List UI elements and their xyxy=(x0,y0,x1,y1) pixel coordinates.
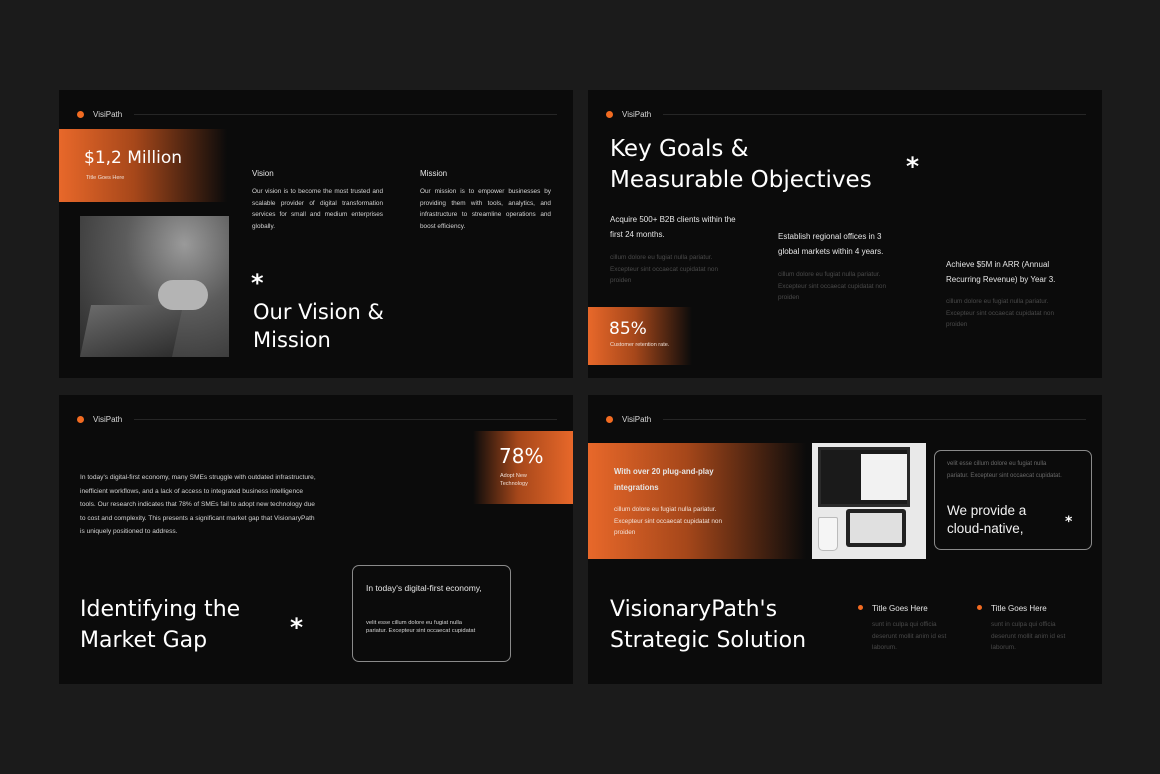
brand-name: VisiPath xyxy=(93,109,123,119)
brand-dot-icon xyxy=(606,110,613,118)
promo-card xyxy=(588,443,806,559)
slide-heading-line2: Mission xyxy=(253,328,331,352)
header-divider xyxy=(663,418,1086,420)
brand-name: VisiPath xyxy=(622,414,652,424)
slide-header: VisiPath xyxy=(77,413,557,425)
goal-2-text: Establish regional offices in 3 global m… xyxy=(778,232,884,256)
item-1-dot-icon xyxy=(858,605,863,610)
slide-header: VisiPath xyxy=(77,108,557,120)
vision-text: Our vision is to become the most trusted… xyxy=(252,188,383,230)
tablet-screen xyxy=(850,513,902,543)
slide-market-gap[interactable]: VisiPath 78% Adopt New Technology In tod… xyxy=(59,395,573,684)
slide-header: VisiPath xyxy=(606,413,1086,425)
slide-heading-line1: Identifying the xyxy=(80,597,241,622)
brand-dot-icon xyxy=(77,110,84,118)
brand-dot-icon xyxy=(77,415,84,423)
slide-heading-line2: Market Gap xyxy=(80,628,208,653)
slide-heading-line1: Our Vision & xyxy=(253,300,384,324)
info-card: In today's digital-first economy, velit … xyxy=(352,565,511,662)
stat-caption: Adopt New Technology xyxy=(500,473,528,487)
slide-vision-mission[interactable]: VisiPath $1,2 Million Title Goes Here Vi… xyxy=(59,90,573,378)
goal-3-text: Achieve $5M in ARR (Annual Recurring Rev… xyxy=(946,260,1056,284)
highlight-card-filler: velit esse cillum dolore eu fugiat nulla… xyxy=(947,461,1062,479)
highlight-card-title: We provide a cloud-native, xyxy=(947,503,1027,536)
tablet-shape xyxy=(846,509,906,547)
header-divider xyxy=(663,113,1086,115)
goal-1-filler: cillum dolore eu fugiat nulla pariatur. … xyxy=(610,254,718,285)
promo-title: With over 20 plug-and-play integrations xyxy=(614,467,714,492)
promo-text: cillum dolore eu fugiat nulla pariatur. … xyxy=(614,506,722,537)
asterisk-icon: * xyxy=(290,613,304,642)
brand-dot-icon xyxy=(606,415,613,423)
slide-key-goals[interactable]: VisiPath Key Goals & Measurable Objectiv… xyxy=(588,90,1102,378)
goal-3-filler: cillum dolore eu fugiat nulla pariatur. … xyxy=(946,298,1054,329)
stat-caption: Customer retention rate. xyxy=(610,342,670,348)
asterisk-icon: * xyxy=(251,269,264,297)
goal-1-text: Acquire 500+ B2B clients within the firs… xyxy=(610,215,736,239)
stat-caption: Title Goes Here xyxy=(86,175,125,181)
brand-name: VisiPath xyxy=(93,414,123,424)
slide-heading-line1: VisionaryPath's xyxy=(610,597,778,622)
slide-strategic-solution[interactable]: VisiPath With over 20 plug-and-play inte… xyxy=(588,395,1102,684)
asterisk-icon: * xyxy=(906,152,920,181)
header-divider xyxy=(134,113,557,115)
brand-name: VisiPath xyxy=(622,109,652,119)
coffee-cup-shape xyxy=(818,517,838,551)
stat-value: 78% xyxy=(499,444,544,468)
monitor-shape xyxy=(818,447,910,507)
monitor-screen xyxy=(861,454,907,500)
vision-title: Vision xyxy=(252,169,274,178)
mission-text: Our mission is to empower businesses by … xyxy=(420,188,551,230)
stat-value: 85% xyxy=(609,319,647,339)
info-card-title: In today's digital-first economy, xyxy=(366,583,482,593)
slide-heading-line2: Strategic Solution xyxy=(610,628,807,653)
body-text: In today's digital-first economy, many S… xyxy=(80,474,316,536)
slide-header: VisiPath xyxy=(606,108,1086,120)
slide-heading-line1: Key Goals & xyxy=(610,136,749,162)
item-1-text: sunt in culpa qui officia deserunt molli… xyxy=(872,621,947,652)
hand-shape xyxy=(158,280,208,310)
item-2-text: sunt in culpa qui officia deserunt molli… xyxy=(991,621,1066,652)
item-1-title: Title Goes Here xyxy=(872,604,928,613)
asterisk-icon: * xyxy=(1065,514,1073,530)
item-2-title: Title Goes Here xyxy=(991,604,1047,613)
mission-title: Mission xyxy=(420,169,448,178)
slide-heading-line2: Measurable Objectives xyxy=(610,167,872,193)
item-2-dot-icon xyxy=(977,605,982,610)
goal-2-filler: cillum dolore eu fugiat nulla pariatur. … xyxy=(778,271,886,302)
workspace-photo xyxy=(812,443,926,559)
laptop-shape xyxy=(80,305,184,357)
person-laptop-photo xyxy=(80,216,229,357)
header-divider xyxy=(134,418,557,420)
stat-value: $1,2 Million xyxy=(84,148,182,168)
highlight-card: velit esse cillum dolore eu fugiat nulla… xyxy=(934,450,1092,550)
info-card-text: velit esse cillum dolore eu fugiat nulla… xyxy=(366,620,476,634)
